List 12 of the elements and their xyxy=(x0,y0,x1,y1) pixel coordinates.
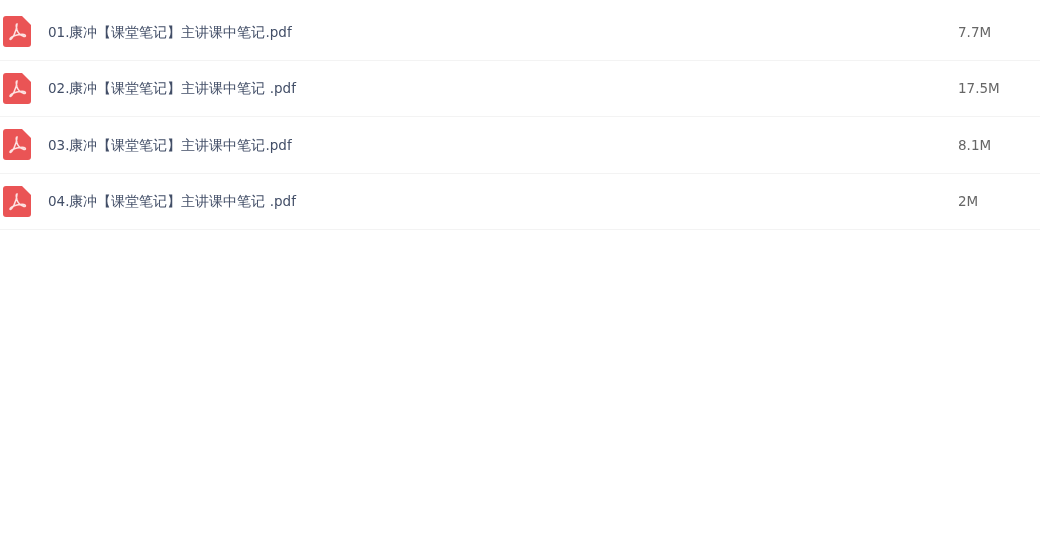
file-name[interactable]: 01.康冲【课堂笔记】主讲课中笔记.pdf xyxy=(48,21,928,42)
pdf-file-icon xyxy=(3,185,31,217)
file-size: 8.1M xyxy=(958,135,992,155)
file-size: 7.7M xyxy=(958,22,992,42)
pdf-file-icon xyxy=(3,72,31,104)
file-size: 17.5M xyxy=(958,79,1000,99)
file-name[interactable]: 03.康冲【课堂笔记】主讲课中笔记.pdf xyxy=(48,134,928,155)
file-name[interactable]: 02.康冲【课堂笔记】主讲课中笔记 .pdf xyxy=(48,78,928,99)
file-name[interactable]: 04.康冲【课堂笔记】主讲课中笔记 .pdf xyxy=(48,191,928,212)
pdf-file-icon xyxy=(3,129,31,161)
file-size: 2M xyxy=(958,192,979,212)
pdf-file-icon xyxy=(3,16,31,48)
